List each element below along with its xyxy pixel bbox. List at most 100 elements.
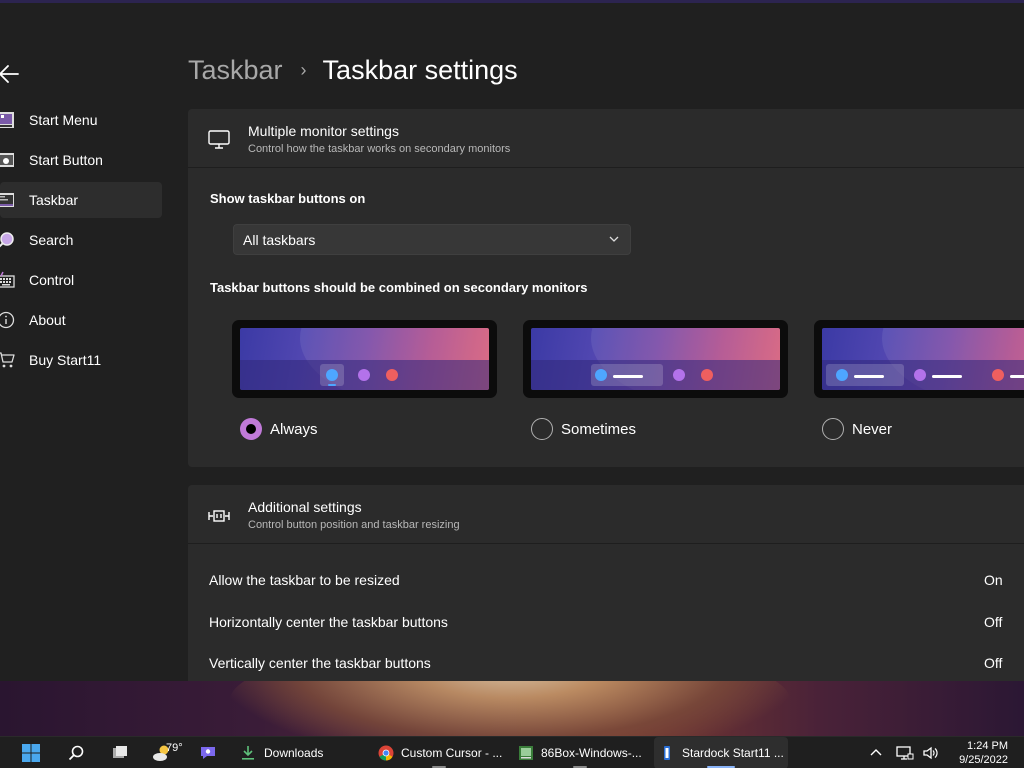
sidebar-item-start-menu[interactable]: Start Menu: [0, 102, 162, 138]
windows-taskbar: 79° Downloads Custom Cursor - ... 86Box-…: [0, 736, 1024, 768]
preview-always[interactable]: [232, 320, 497, 398]
task-view-icon: [113, 746, 127, 758]
app-dot: [326, 369, 338, 381]
setting-vertical-center: Vertically center the taskbar buttons: [209, 655, 431, 671]
info-icon: [0, 311, 15, 329]
preview-never[interactable]: [814, 320, 1024, 398]
weather-widget[interactable]: 79°: [152, 737, 188, 768]
app-dot: [836, 369, 848, 381]
card-title: Additional settings: [248, 499, 362, 515]
taskbar-search-button[interactable]: [68, 737, 88, 768]
taskbar-app-86box[interactable]: 86Box-Windows-...: [514, 737, 646, 768]
taskbar-app-downloads[interactable]: Downloads: [236, 737, 336, 768]
chat-button[interactable]: [199, 737, 219, 768]
chat-icon: [201, 747, 215, 759]
sidebar-item-search[interactable]: Search: [0, 222, 162, 258]
page-title: Taskbar settings: [322, 55, 518, 85]
setting-vertical-center-value[interactable]: Off: [984, 655, 1004, 671]
sidebar: Start Menu Start Button Taskbar Search C…: [0, 102, 162, 382]
start11-icon: [664, 746, 670, 760]
radio-sometimes[interactable]: Sometimes: [531, 418, 636, 440]
radio-never[interactable]: Never: [822, 418, 892, 440]
multiple-monitor-card: Multiple monitor settings Control how th…: [188, 109, 1024, 467]
desktop-wallpaper: [0, 680, 1024, 736]
windows-logo-icon: [22, 744, 40, 762]
show-hidden-icons-button[interactable]: [870, 737, 886, 768]
sidebar-item-taskbar[interactable]: Taskbar: [0, 182, 162, 218]
sidebar-item-label: Taskbar: [29, 192, 79, 208]
app-dot: [673, 369, 685, 381]
settings-window: Start Menu Start Button Taskbar Search C…: [0, 0, 1024, 681]
radio-button[interactable]: [531, 418, 553, 440]
task-view-button[interactable]: [112, 737, 132, 768]
taskbar-icon: [0, 191, 15, 209]
setting-horizontal-center: Horizontally center the taskbar buttons: [209, 614, 448, 630]
system-clock[interactable]: 1:24 PM 9/25/2022: [959, 739, 1008, 767]
breadcrumb-separator: ›: [300, 60, 307, 80]
dropdown-value: All taskbars: [243, 231, 316, 248]
network-icon: [896, 746, 914, 760]
combine-label: Taskbar buttons should be combined on se…: [210, 280, 588, 295]
sidebar-item-label: Buy Start11: [29, 352, 102, 368]
taskbar-app-label: Custom Cursor - ...: [401, 746, 503, 760]
sidebar-item-label: Control: [29, 272, 75, 288]
keyboard-icon: [0, 271, 15, 289]
card-subtitle: Control button position and taskbar resi…: [248, 519, 460, 531]
radio-label: Sometimes: [561, 420, 637, 438]
radio-label: Never: [852, 420, 893, 438]
taskbar-app-label: Downloads: [264, 746, 324, 760]
app-dot: [992, 369, 1004, 381]
search-icon: [68, 745, 84, 761]
cart-icon: [0, 351, 15, 369]
app-dot: [595, 369, 607, 381]
chevron-down-icon: [609, 236, 619, 242]
sidebar-item-control[interactable]: Control: [0, 262, 162, 298]
monitor-icon: [208, 130, 230, 149]
sidebar-item-buy[interactable]: Buy Start11: [0, 342, 162, 378]
app-dot: [701, 369, 713, 381]
clock-date: 9/25/2022: [959, 754, 1008, 766]
setting-allow-resize-value[interactable]: On: [984, 572, 1004, 588]
breadcrumb-parent[interactable]: Taskbar: [188, 55, 283, 86]
radio-button[interactable]: [240, 418, 262, 440]
radio-always[interactable]: Always: [240, 418, 318, 440]
chrome-icon: [378, 745, 394, 761]
sidebar-item-label: About: [29, 312, 66, 328]
card-header: Multiple monitor settings Control how th…: [188, 109, 1024, 168]
breadcrumb: Taskbar › Taskbar settings: [188, 55, 518, 86]
card-title: Multiple monitor settings: [248, 123, 399, 139]
sidebar-item-label: Start Button: [29, 152, 103, 168]
volume-icon: [923, 746, 938, 760]
weather-temp: 79°: [166, 742, 183, 754]
show-buttons-dropdown[interactable]: All taskbars: [233, 224, 631, 255]
app-dot: [386, 369, 398, 381]
taskbar-app-label: 86Box-Windows-...: [541, 746, 642, 760]
start-button-icon: [0, 151, 15, 169]
show-buttons-label: Show taskbar buttons on: [210, 191, 366, 206]
setting-allow-resize: Allow the taskbar to be resized: [209, 572, 400, 588]
taskbar-app-label: Stardock Start11 ...: [682, 746, 784, 760]
search-icon: [0, 231, 15, 249]
sidebar-item-start-button[interactable]: Start Button: [0, 142, 162, 178]
taskbar-app-chrome[interactable]: Custom Cursor - ...: [374, 737, 504, 768]
start-menu-icon: [0, 111, 15, 129]
back-button[interactable]: [0, 59, 24, 89]
start-button[interactable]: [22, 737, 44, 768]
sidebar-item-label: Search: [29, 232, 74, 248]
taskbar-app-start11[interactable]: Stardock Start11 ...: [654, 737, 788, 768]
radio-button[interactable]: [822, 418, 844, 440]
radio-label: Always: [270, 420, 318, 438]
preview-sometimes[interactable]: [523, 320, 788, 398]
volume-button[interactable]: [922, 737, 942, 768]
app-dot: [914, 369, 926, 381]
resize-icon: [208, 510, 230, 522]
card-header: Additional settings Control button posit…: [188, 485, 1024, 544]
network-button[interactable]: [896, 737, 916, 768]
setting-horizontal-center-value[interactable]: Off: [984, 614, 1004, 630]
additional-settings-card: Additional settings Control button posit…: [188, 485, 1024, 681]
86box-icon: [519, 746, 533, 760]
download-folder-icon: [242, 746, 254, 760]
sidebar-item-about[interactable]: About: [0, 302, 162, 338]
chevron-up-icon: [870, 749, 882, 756]
sidebar-item-label: Start Menu: [29, 112, 98, 128]
